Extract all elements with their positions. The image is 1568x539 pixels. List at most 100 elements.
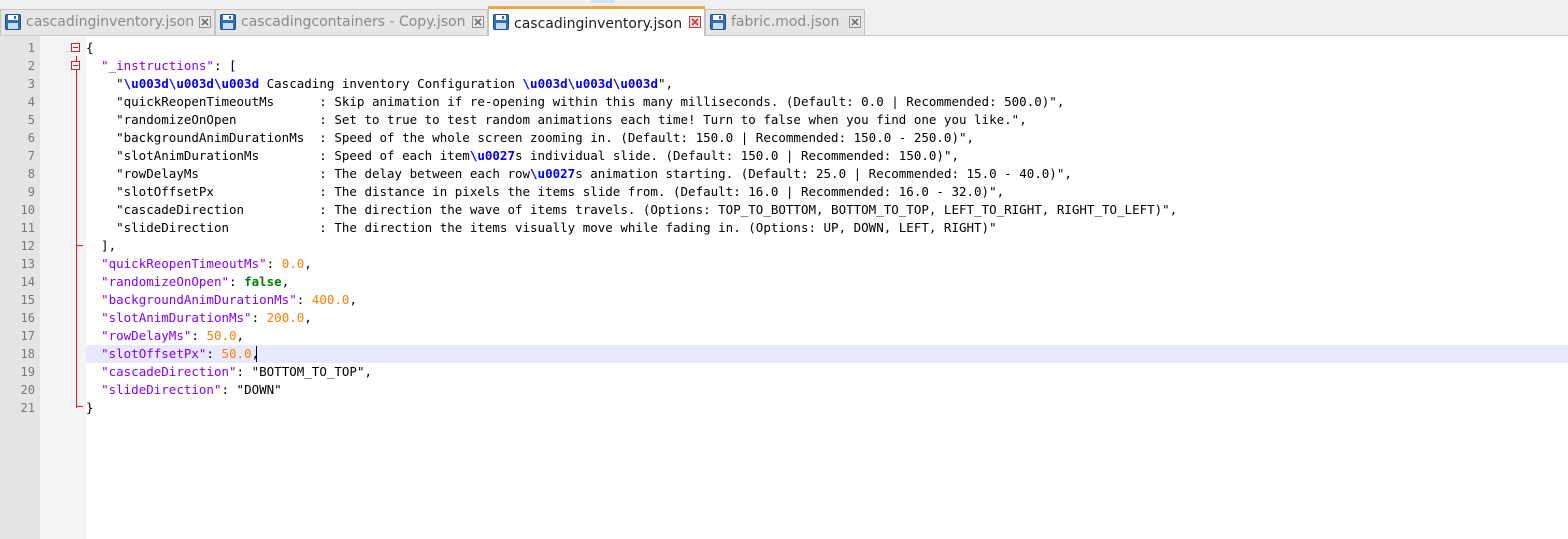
line-number: 15	[20, 293, 35, 307]
code-line: "cascadeDirection": "BOTTOM_TO_TOP",	[86, 363, 1177, 381]
line-number: 14	[20, 275, 35, 289]
line-number: 19	[20, 365, 35, 379]
line-number: 8	[27, 167, 35, 181]
code-token: :	[229, 274, 245, 289]
code-token: :	[191, 328, 207, 343]
tab-label: cascadinginventory.json	[514, 16, 683, 32]
tab-label: cascadingcontainers - Copy.json	[241, 14, 466, 30]
fold-range-end	[76, 245, 83, 246]
line-number: 1	[27, 41, 35, 55]
code-token: ,	[236, 328, 245, 343]
code-token: \u003d\u003d\u003d	[522, 76, 658, 91]
code-token: ,	[281, 274, 290, 289]
line-number: 9	[27, 185, 35, 199]
code-token: ,	[1169, 202, 1178, 217]
line-number: 7	[27, 149, 35, 163]
code-line: "_instructions": [	[86, 57, 1177, 75]
fold-range-end	[76, 406, 83, 407]
line-number: 3	[27, 77, 35, 91]
code-line: "rowDelayMs : The delay between each row…	[86, 165, 1177, 183]
code-line: "slotAnimDurationMs : Speed of each item…	[86, 147, 1177, 165]
code-line: "quickReopenTimeoutMs": 0.0,	[86, 255, 1177, 273]
code-token: 50.0	[221, 346, 252, 361]
code-token: "	[657, 76, 666, 91]
code-line: "randomizeOnOpen : Set to true to test r…	[86, 111, 1177, 129]
line-number: 10	[20, 203, 35, 217]
save-icon	[5, 14, 21, 30]
close-icon[interactable]	[199, 16, 211, 28]
code-token: : [	[213, 58, 237, 73]
code-line: "\u003d\u003d\u003d Cascading inventory …	[86, 75, 1177, 93]
line-number: 6	[27, 131, 35, 145]
fold-minus-icon[interactable]	[71, 43, 80, 52]
code-line: "randomizeOnOpen": false,	[86, 273, 1177, 291]
text-area[interactable]: { "_instructions": [ "\u003d\u003d\u003d…	[86, 36, 1568, 539]
line-number: 4	[27, 95, 35, 109]
code-token: 200.0	[266, 310, 305, 325]
close-icon[interactable]	[472, 16, 484, 28]
code-token: s individual slide. (Default: 150.0 | Re…	[514, 148, 952, 163]
code-editor[interactable]: 1 2 3 4 5 6 7 8 9 10 11 12 13 14 15 16 17 18 19 20 21 { "_in…	[0, 36, 1568, 539]
code-token: :	[266, 256, 282, 271]
line-number: 12	[20, 239, 35, 253]
tab-label: cascadinginventory.json	[26, 14, 195, 30]
tab-2[interactable]: cascadingcontainers - Copy.json	[215, 9, 488, 35]
code-token: "DOWN"	[236, 382, 282, 397]
code-token: "slotAnimDurationMs : Speed of each item	[116, 148, 470, 163]
code-token: ,	[304, 310, 312, 325]
code-token: "BOTTOM_TO_TOP"	[251, 364, 365, 379]
code-token: false	[244, 274, 282, 289]
code-token: :	[236, 364, 252, 379]
code-token: ,	[1056, 94, 1065, 109]
code-token: "randomizeOnOpen"	[101, 274, 229, 289]
tab-bar: cascadinginventory.json cascadingcontaine…	[0, 0, 1568, 36]
code-token: ,	[966, 130, 975, 145]
code-token: "backgroundAnimDurationMs : Speed of the…	[116, 130, 967, 145]
fold-margin[interactable]	[40, 36, 86, 539]
code-token: ,	[1064, 166, 1072, 181]
tab-1[interactable]: cascadinginventory.json	[0, 9, 215, 35]
close-icon[interactable]	[849, 16, 861, 28]
line-number: 11	[20, 221, 35, 235]
code-token: "backgroundAnimDurationMs"	[101, 292, 297, 307]
code-token: "rowDelayMs : The delay between each row	[116, 166, 531, 181]
fold-minus-icon[interactable]	[71, 61, 80, 70]
code-line: ],	[86, 237, 1177, 255]
code-token: "rowDelayMs"	[101, 328, 192, 343]
code-line: "cascadeDirection : The direction the wa…	[86, 201, 1177, 219]
tab-4[interactable]: fabric.mod.json	[705, 9, 865, 35]
code-token: Cascading inventory Configuration	[259, 76, 523, 91]
line-number: 17	[20, 329, 35, 343]
code-token: "slotOffsetPx"	[101, 346, 207, 361]
code-token: "slotAnimDurationMs"	[101, 310, 252, 325]
code-line: "slideDirection : The direction the item…	[86, 219, 1177, 237]
code-token: 0.0	[281, 256, 305, 271]
line-number: 16	[20, 311, 35, 325]
code-token: "slideDirection : The direction the item…	[116, 220, 997, 235]
code-line: "slotOffsetPx : The distance in pixels t…	[86, 183, 1177, 201]
close-icon[interactable]	[689, 16, 701, 28]
save-icon	[220, 14, 236, 30]
code-token: :	[221, 382, 237, 397]
code-token: "slotOffsetPx : The distance in pixels t…	[116, 184, 997, 199]
code-token: 400.0	[311, 292, 350, 307]
tab-3[interactable]: cascadinginventory.json	[488, 6, 705, 36]
line-number: 2	[27, 59, 35, 73]
line-number: 18	[20, 347, 35, 361]
code-line: {	[86, 39, 1177, 57]
code-token: "quickReopenTimeoutMs : Skip animation i…	[116, 94, 1057, 109]
